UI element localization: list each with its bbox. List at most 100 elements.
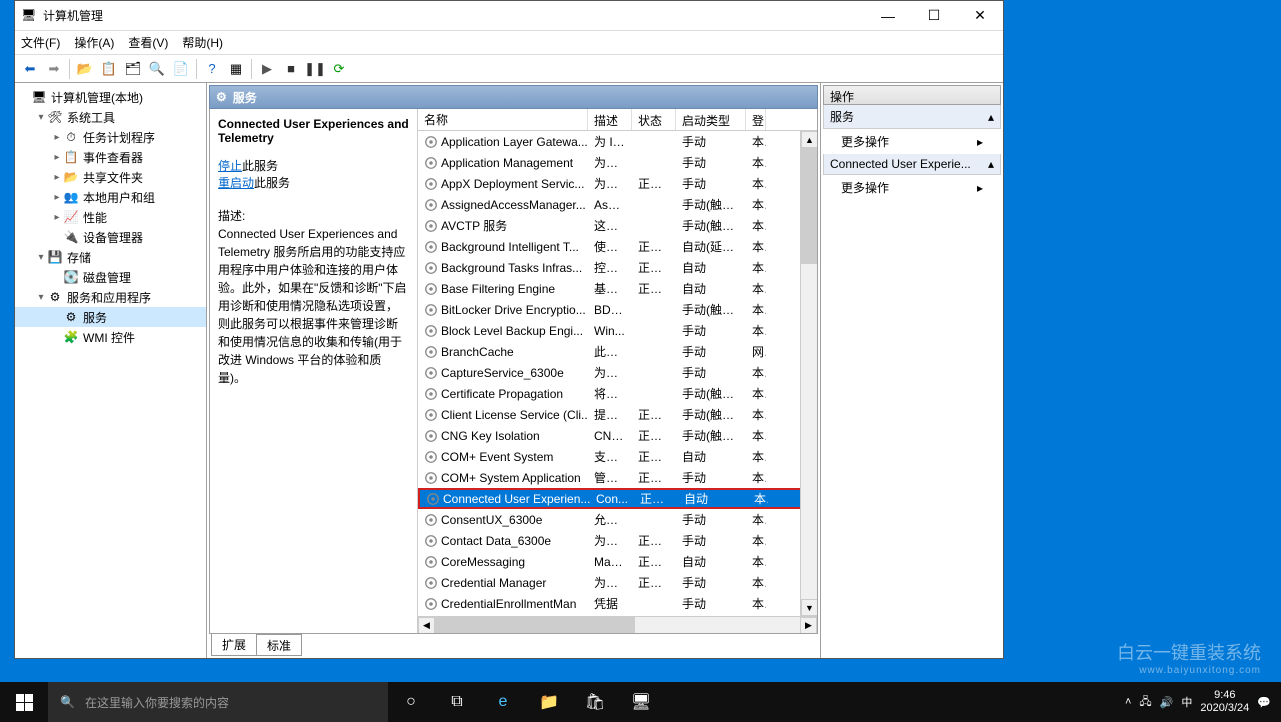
service-row[interactable]: COM+ System Application管理...正在...手动本	[418, 467, 817, 488]
menu-action[interactable]: 操作(A)	[74, 34, 114, 51]
close-button[interactable]: ✕	[957, 1, 1003, 31]
tb-btn-5[interactable]: 📄	[170, 58, 192, 80]
volume-icon[interactable]: 🔊	[1160, 696, 1174, 709]
app-icon[interactable]: 🖥	[618, 682, 664, 722]
actions-more-2[interactable]: 更多操作▸	[823, 175, 1001, 200]
table-header[interactable]: 名称 描述 状态 启动类型 登	[418, 109, 817, 131]
taskview-icon[interactable]: ⧉	[434, 682, 480, 722]
tb-btn-1[interactable]: 📂	[74, 58, 96, 80]
service-row[interactable]: Application Layer Gatewa...为 In...手动本	[418, 131, 817, 152]
tb-btn-2[interactable]: 📋	[98, 58, 120, 80]
service-row[interactable]: Background Tasks Infras...控制...正在...自动本	[418, 257, 817, 278]
service-row[interactable]: BranchCache此服...手动网	[418, 341, 817, 362]
service-row[interactable]: Background Intelligent T...使用...正在...自动(…	[418, 236, 817, 257]
store-icon[interactable]: 🛍	[572, 682, 618, 722]
horizontal-scrollbar[interactable]: ◀ ▶	[418, 616, 817, 633]
tree-item[interactable]: 🧩WMI 控件	[15, 327, 206, 347]
tree-item[interactable]: 🖥计算机管理(本地)	[15, 87, 206, 107]
maximize-button[interactable]: ☐	[911, 1, 957, 31]
system-tray[interactable]: ˄ 🖧 🔊 中 9:46 2020/3/24 💬	[1125, 689, 1281, 715]
actions-group-services[interactable]: 服务▴	[823, 105, 1001, 129]
twisty-icon[interactable]: ▾	[35, 112, 47, 123]
scroll-thumb[interactable]	[435, 617, 635, 633]
vertical-scrollbar[interactable]: ▲ ▼	[800, 131, 817, 616]
service-row[interactable]: Block Level Backup Engi...Win...手动本	[418, 320, 817, 341]
service-row[interactable]: Credential Manager为用...正在...手动本	[418, 572, 817, 593]
col-desc[interactable]: 描述	[588, 109, 632, 130]
service-row[interactable]: COM+ Event System支持...正在...自动本	[418, 446, 817, 467]
menu-help[interactable]: 帮助(H)	[182, 34, 223, 51]
tree-item[interactable]: ▸📋事件查看器	[15, 147, 206, 167]
twisty-icon[interactable]: ▸	[51, 172, 63, 183]
service-row[interactable]: CaptureService_6300e为调...手动本	[418, 362, 817, 383]
scroll-up-icon[interactable]: ▲	[801, 131, 817, 148]
start-button[interactable]	[0, 682, 48, 722]
ime-icon[interactable]: 中	[1181, 694, 1192, 710]
restart-link[interactable]: 重启动	[218, 176, 254, 190]
stop-link[interactable]: 停止	[218, 159, 242, 173]
stop-button[interactable]: ■	[280, 58, 302, 80]
service-row[interactable]: CNG Key IsolationCNG...正在...手动(触发...本	[418, 425, 817, 446]
twisty-icon[interactable]: ▾	[35, 252, 47, 263]
tb-btn-4[interactable]: 🔍	[146, 58, 168, 80]
tab-standard[interactable]: 标准	[256, 634, 302, 656]
tree-item[interactable]: ▸👥本地用户和组	[15, 187, 206, 207]
clock[interactable]: 9:46 2020/3/24	[1200, 689, 1249, 715]
forward-button[interactable]: ➡	[43, 58, 65, 80]
search-box[interactable]: 🔍 在这里输入你要搜索的内容	[48, 682, 388, 722]
tree-item[interactable]: ▸📂共享文件夹	[15, 167, 206, 187]
network-icon[interactable]: 🖧	[1139, 693, 1151, 712]
menu-file[interactable]: 文件(F)	[21, 34, 60, 51]
service-row[interactable]: BitLocker Drive Encryptio...BDE...手动(触发.…	[418, 299, 817, 320]
service-row[interactable]: Contact Data_6300e为联...正在...手动本	[418, 530, 817, 551]
notifications-icon[interactable]: 💬	[1257, 696, 1271, 709]
tree-item[interactable]: 💽磁盘管理	[15, 267, 206, 287]
twisty-icon[interactable]: ▸	[51, 212, 63, 223]
back-button[interactable]: ⬅	[19, 58, 41, 80]
play-button[interactable]: ▶	[256, 58, 278, 80]
twisty-icon[interactable]: ▾	[35, 292, 47, 303]
actions-group-selected[interactable]: Connected User Experie...▴	[823, 154, 1001, 175]
service-row[interactable]: AVCTP 服务这是...手动(触发...本	[418, 215, 817, 236]
col-status[interactable]: 状态	[632, 109, 676, 130]
twisty-icon[interactable]: ▸	[51, 152, 63, 163]
help-button[interactable]: ?	[201, 58, 223, 80]
tab-extended[interactable]: 扩展	[211, 634, 257, 656]
service-row[interactable]: ConsentUX_6300e允许...手动本	[418, 509, 817, 530]
restart-button[interactable]: ⟳	[328, 58, 350, 80]
edge-icon[interactable]: e	[480, 682, 526, 722]
tb-btn-6[interactable]: ▦	[225, 58, 247, 80]
tree-item[interactable]: ▾🛠系统工具	[15, 107, 206, 127]
service-row[interactable]: CoreMessagingMan...正在...自动本	[418, 551, 817, 572]
explorer-icon[interactable]: 📁	[526, 682, 572, 722]
col-name[interactable]: 名称	[418, 109, 588, 130]
service-row[interactable]: Certificate Propagation将用...手动(触发...本	[418, 383, 817, 404]
service-row[interactable]: Base Filtering Engine基本...正在...自动本	[418, 278, 817, 299]
scroll-down-icon[interactable]: ▼	[801, 599, 817, 616]
tree-item[interactable]: 🔌设备管理器	[15, 227, 206, 247]
service-row[interactable]: Client License Service (Cli...提供...正在...…	[418, 404, 817, 425]
col-startup[interactable]: 启动类型	[676, 109, 746, 130]
service-row[interactable]: CredentialEnrollmentMan凭据手动本	[418, 593, 817, 614]
tb-btn-3[interactable]: 🗂	[122, 58, 144, 80]
navigation-tree[interactable]: 🖥计算机管理(本地)▾🛠系统工具▸⏱任务计划程序▸📋事件查看器▸📂共享文件夹▸👥…	[15, 83, 207, 658]
tree-item[interactable]: ▾⚙服务和应用程序	[15, 287, 206, 307]
tree-item[interactable]: ▸📈性能	[15, 207, 206, 227]
scroll-left-icon[interactable]: ◀	[418, 617, 435, 633]
twisty-icon[interactable]: ▸	[51, 132, 63, 143]
service-row[interactable]: AssignedAccessManager...Assi...手动(触发...本	[418, 194, 817, 215]
twisty-icon[interactable]: ▸	[51, 192, 63, 203]
tree-item[interactable]: ▸⏱任务计划程序	[15, 127, 206, 147]
actions-more-1[interactable]: 更多操作▸	[823, 129, 1001, 154]
tray-up-icon[interactable]: ˄	[1125, 696, 1131, 708]
pause-button[interactable]: ❚❚	[304, 58, 326, 80]
cortana-icon[interactable]: ○	[388, 682, 434, 722]
service-row[interactable]: AppX Deployment Servic...为部...正在...手动本	[418, 173, 817, 194]
scroll-thumb[interactable]	[801, 148, 817, 264]
tree-item[interactable]: ▾💾存储	[15, 247, 206, 267]
menu-view[interactable]: 查看(V)	[128, 34, 168, 51]
service-row[interactable]: Application Management为通...手动本	[418, 152, 817, 173]
tree-item[interactable]: ⚙服务	[15, 307, 206, 327]
scroll-right-icon[interactable]: ▶	[800, 617, 817, 633]
minimize-button[interactable]: —	[865, 1, 911, 31]
